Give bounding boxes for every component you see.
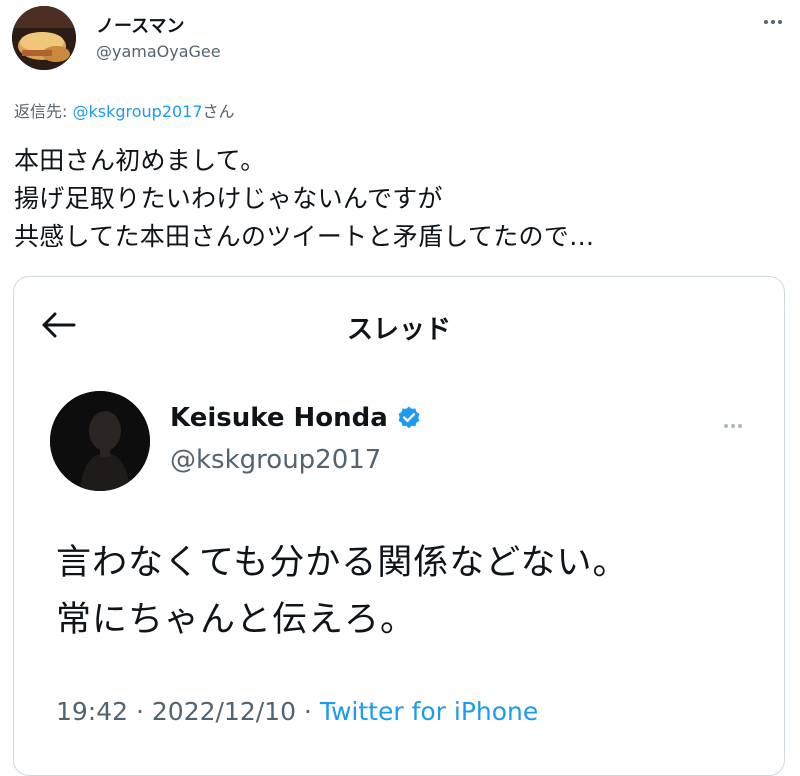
quoted-avatar[interactable]: [50, 391, 150, 491]
quoted-screenshot-card[interactable]: スレッド Keisuke Honda @kskgroup2017 言わなくても分…: [13, 276, 785, 776]
portrait-avatar-icon: [50, 391, 150, 491]
quoted-time[interactable]: 19:42: [56, 697, 128, 726]
meta-separator: ·: [128, 697, 152, 726]
quoted-more-dots-icon[interactable]: [718, 417, 748, 429]
reply-prefix: 返信先:: [14, 102, 73, 121]
verified-badge-icon: [396, 405, 422, 431]
quoted-date[interactable]: 2022/12/10: [152, 697, 296, 726]
quoted-display-name[interactable]: Keisuke Honda: [170, 403, 422, 433]
more-dots-icon[interactable]: [758, 12, 788, 32]
reply-mention-link[interactable]: @kskgroup2017: [72, 102, 202, 121]
avatar[interactable]: [12, 6, 76, 70]
reply-to-line: 返信先: @kskgroup2017さん: [14, 98, 235, 122]
meta-separator-2: ·: [295, 697, 320, 726]
food-photo-avatar-icon: [12, 6, 76, 70]
quoted-name-text: Keisuke Honda: [170, 403, 388, 433]
tweet-source-link[interactable]: Twitter for iPhone: [320, 697, 538, 726]
quoted-handle[interactable]: @kskgroup2017: [170, 445, 381, 475]
display-name[interactable]: ノースマン: [96, 12, 185, 38]
tweet-text: 本田さん初めまして。 揚げ足取りたいわけじゃないんですが 共感してた本田さんのツ…: [14, 146, 595, 251]
reply-suffix: さん: [202, 102, 235, 121]
user-handle[interactable]: @yamaOyaGee: [96, 42, 221, 61]
quoted-tweet-text: 言わなくても分かる関係などない。 常にちゃんと伝えろ。: [56, 543, 629, 640]
tweet: ノースマン @yamaOyaGee 返信先: @kskgroup2017さん 本…: [0, 0, 800, 776]
thread-header-title: スレッド: [346, 315, 451, 345]
quoted-meta: 19:42 · 2022/12/10 · Twitter for iPhone: [56, 697, 538, 726]
